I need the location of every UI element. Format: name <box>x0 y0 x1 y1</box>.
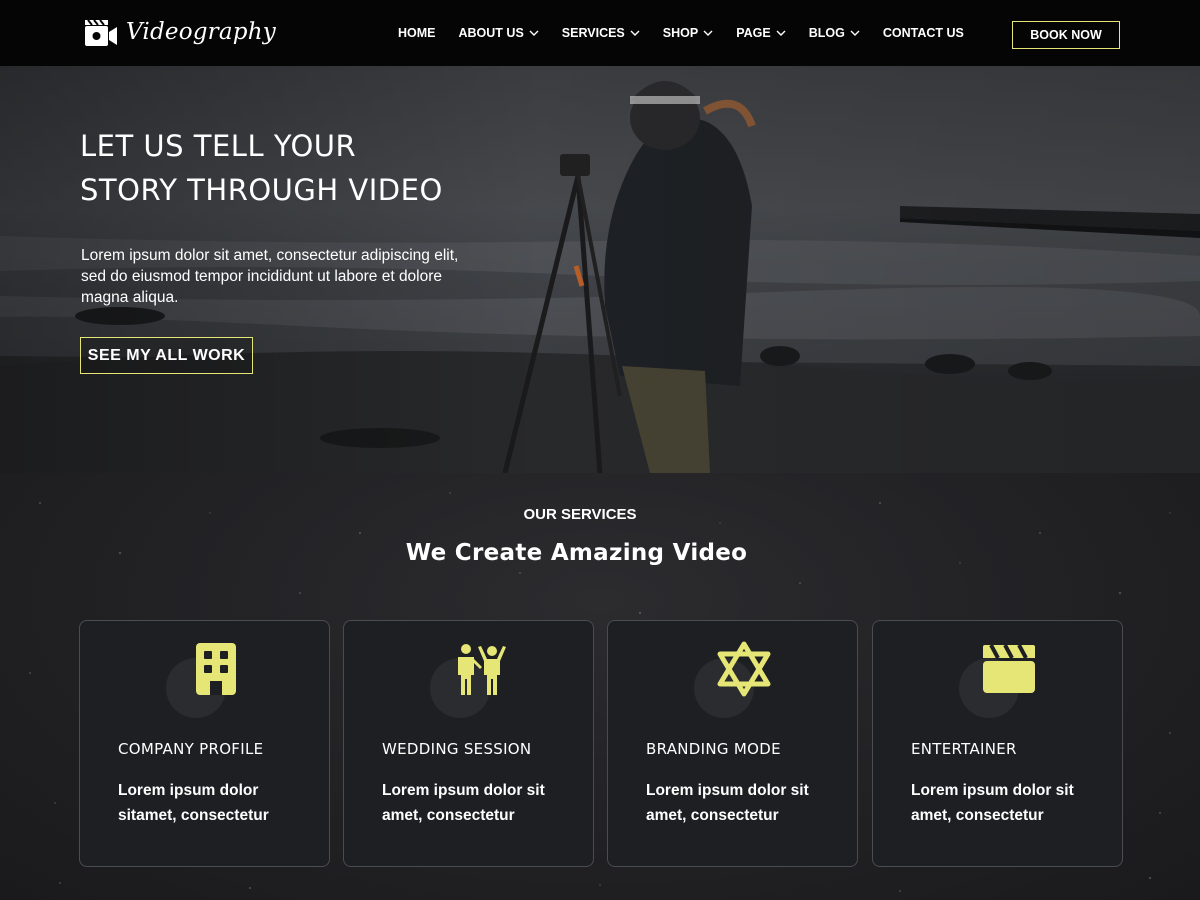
card-icon-wrap <box>959 641 1049 721</box>
service-card-entertainer[interactable]: ENTERTAINER Lorem ipsum dolor sit amet, … <box>872 620 1123 867</box>
chevron-down-icon <box>850 30 860 36</box>
see-my-all-work-button[interactable]: SEE MY ALL WORK <box>80 337 253 374</box>
nav-home-label: HOME <box>398 26 436 40</box>
nav-blog[interactable]: BLOG <box>809 26 860 40</box>
nav-shop[interactable]: SHOP <box>663 26 713 40</box>
card-title: WEDDING SESSION <box>382 740 532 758</box>
card-description: Lorem ipsum dolor sit amet, consectetur <box>382 782 545 824</box>
card-description: Lorem ipsum dolor sit amet, consectetur <box>911 782 1074 824</box>
card-title: ENTERTAINER <box>911 740 1017 758</box>
hero-title: LET US TELL YOUR STORY THROUGH VIDEO <box>80 124 540 212</box>
clapperboard-icon <box>983 644 1035 693</box>
hero-section: LET US TELL YOUR STORY THROUGH VIDEO Lor… <box>0 66 1200 473</box>
card-icon-wrap <box>430 641 520 721</box>
chevron-down-icon <box>529 30 539 36</box>
nav-home[interactable]: HOME <box>398 26 436 40</box>
nav-shop-label: SHOP <box>662 26 699 40</box>
hero-title-line-2: STORY THROUGH VIDEO <box>80 173 443 207</box>
services-section: OUR SERVICES We Create Amazing Video COM… <box>0 473 1200 900</box>
nav-about-us-label: ABOUT US <box>458 26 524 40</box>
people-icon <box>458 644 506 695</box>
services-title: We Create Amazing Video <box>405 540 748 566</box>
service-card-branding-mode[interactable]: BRANDING MODE Lorem ipsum dolor sit amet… <box>607 620 858 867</box>
hero-description: Lorem ipsum dolor sit amet, consectetur … <box>81 247 459 306</box>
star-of-david-icon <box>717 641 771 697</box>
hero-title-line-1: LET US TELL YOUR <box>80 129 357 163</box>
services-kicker: OUR SERVICES <box>523 506 637 523</box>
logo[interactable]: Videography <box>84 16 276 48</box>
service-card-wedding-session[interactable]: WEDDING SESSION Lorem ipsum dolor sit am… <box>343 620 594 867</box>
video-camera-logo-icon <box>85 19 117 46</box>
nav-page-label: PAGE <box>736 26 771 40</box>
card-icon-wrap <box>166 641 256 721</box>
nav-blog-label: BLOG <box>808 26 845 40</box>
site-header: Videography HOME ABOUT US SERVICES SHOP … <box>0 0 1200 66</box>
nav-services[interactable]: SERVICES <box>562 26 640 40</box>
service-card-company-profile[interactable]: COMPANY PROFILE Lorem ipsum dolor sitame… <box>79 620 330 867</box>
nav-contact-us[interactable]: CONTACT US <box>883 26 964 40</box>
card-description: Lorem ipsum dolor sit amet, consectetur <box>646 782 809 824</box>
chevron-down-icon <box>776 30 786 36</box>
chevron-down-icon <box>630 30 640 36</box>
card-title: BRANDING MODE <box>646 740 781 758</box>
book-now-button[interactable]: BOOK NOW <box>1012 21 1120 49</box>
card-title: COMPANY PROFILE <box>118 740 264 758</box>
nav-about-us[interactable]: ABOUT US <box>459 26 539 40</box>
building-icon <box>196 643 236 695</box>
card-icon-wrap <box>694 641 784 721</box>
nav-services-label: SERVICES <box>561 26 625 40</box>
nav-contact-us-label: CONTACT US <box>882 26 964 40</box>
nav-page[interactable]: PAGE <box>736 26 786 40</box>
logo-text: Videography <box>126 19 276 45</box>
chevron-down-icon <box>703 30 713 36</box>
main-nav: HOME ABOUT US SERVICES SHOP PAGE BLOG CO… <box>398 0 964 66</box>
card-description: Lorem ipsum dolor sitamet, consectetur <box>118 782 269 824</box>
